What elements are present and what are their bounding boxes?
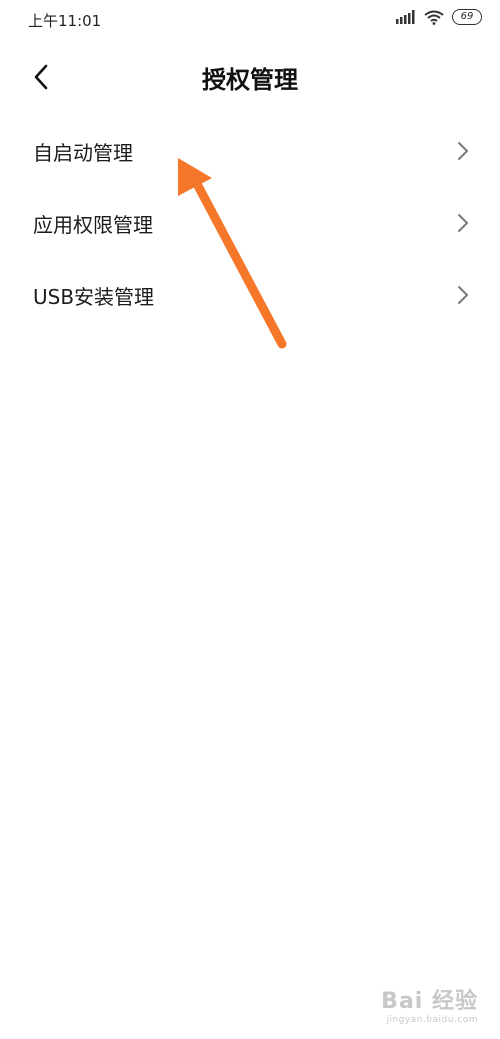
menu-item-autostart[interactable]: 自启动管理 — [0, 115, 500, 187]
battery-icon: 69 — [452, 9, 482, 25]
header: 授权管理 — [0, 48, 500, 104]
menu-item-label: 自启动管理 — [33, 141, 133, 165]
watermark-text: Bai 经验 — [381, 989, 478, 1014]
page-title: 授权管理 — [202, 66, 298, 94]
status-icons: 69 — [396, 9, 482, 25]
chevron-right-icon — [458, 214, 468, 232]
menu-item-usb-install[interactable]: USB安装管理 — [0, 259, 500, 331]
chevron-right-icon — [458, 286, 468, 304]
menu-item-app-permissions[interactable]: 应用权限管理 — [0, 187, 500, 259]
watermark-url: jingyan.baidu.com — [386, 1015, 478, 1025]
signal-icon — [396, 10, 415, 24]
status-bar: 上午11:01 69 — [0, 0, 500, 40]
menu-item-label: 应用权限管理 — [33, 213, 153, 237]
wifi-icon — [424, 10, 444, 25]
chevron-right-icon — [458, 142, 468, 160]
watermark-logo: Bai 经验 jingyan.baidu.com — [381, 983, 478, 1025]
menu-item-label: USB安装管理 — [33, 285, 155, 309]
status-time: 上午11:01 — [28, 12, 102, 30]
settings-list: 自启动管理 应用权限管理 USB安装管理 — [0, 115, 500, 331]
